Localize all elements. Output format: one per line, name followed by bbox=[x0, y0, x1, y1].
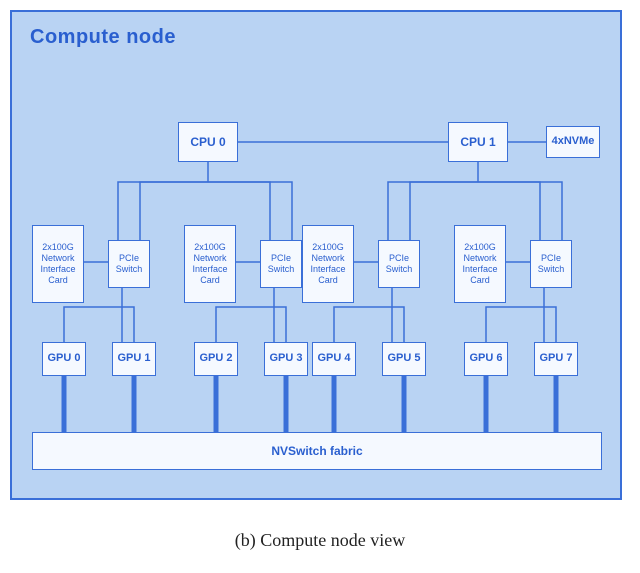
pcie-switch-0: PCIe Switch bbox=[108, 240, 150, 288]
gpu-0: GPU 0 bbox=[42, 342, 86, 376]
nic-1: 2x100G Network Interface Card bbox=[184, 225, 236, 303]
gpu-4: GPU 4 bbox=[312, 342, 356, 376]
compute-node-panel: Compute node bbox=[10, 10, 622, 500]
gpu-3: GPU 3 bbox=[264, 342, 308, 376]
pcie-switch-2: PCIe Switch bbox=[378, 240, 420, 288]
nic-2: 2x100G Network Interface Card bbox=[302, 225, 354, 303]
figure-caption: (b) Compute node view bbox=[0, 530, 640, 551]
nvswitch-fabric: NVSwitch fabric bbox=[32, 432, 602, 470]
nvme-storage: 4xNVMe bbox=[546, 126, 600, 158]
cpu-1: CPU 1 bbox=[448, 122, 508, 162]
panel-title: Compute node bbox=[30, 26, 176, 49]
pcie-switch-3: PCIe Switch bbox=[530, 240, 572, 288]
gpu-6: GPU 6 bbox=[464, 342, 508, 376]
cpu-0: CPU 0 bbox=[178, 122, 238, 162]
gpu-2: GPU 2 bbox=[194, 342, 238, 376]
nic-0: 2x100G Network Interface Card bbox=[32, 225, 84, 303]
nic-3: 2x100G Network Interface Card bbox=[454, 225, 506, 303]
pcie-switch-1: PCIe Switch bbox=[260, 240, 302, 288]
gpu-7: GPU 7 bbox=[534, 342, 578, 376]
gpu-1: GPU 1 bbox=[112, 342, 156, 376]
gpu-5: GPU 5 bbox=[382, 342, 426, 376]
